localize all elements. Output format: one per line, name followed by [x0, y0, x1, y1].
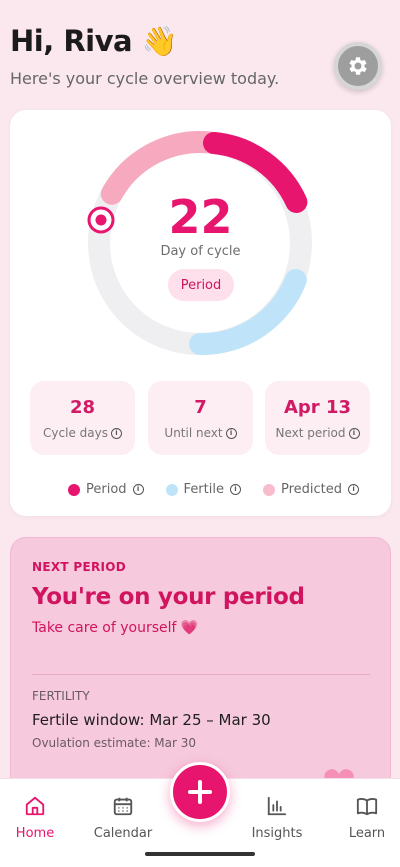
ring-predicted-arc — [100, 131, 225, 205]
info-icon[interactable]: i — [110, 427, 122, 439]
stat-label-text: Next period — [275, 426, 346, 440]
legend-item-predicted: Predicted i — [262, 482, 360, 497]
stat-label-text: Until next — [164, 426, 223, 440]
legend-dot — [165, 483, 178, 496]
settings-button[interactable] — [334, 42, 382, 90]
next-period-subtitle: Take care of yourself 💗 — [32, 620, 199, 636]
plus-icon — [188, 780, 212, 804]
next-period-kicker: NEXT PERIOD — [32, 560, 127, 574]
nav-item-insights[interactable]: Insights — [242, 793, 312, 841]
cycle-day-number: 22 — [168, 190, 233, 244]
fertility-kicker: FERTILITY — [32, 689, 90, 703]
add-entry-button[interactable] — [170, 762, 230, 822]
info-icon[interactable]: i — [132, 484, 144, 495]
legend-dot — [262, 483, 275, 496]
stat-label: Until next i — [148, 426, 253, 440]
home-icon — [25, 796, 45, 816]
legend-label: Fertile — [183, 482, 224, 497]
info-icon[interactable]: i — [225, 427, 237, 439]
next-period-title: You're on your period — [32, 584, 305, 610]
nav-item-calendar[interactable]: Calendar — [88, 793, 158, 841]
info-icon[interactable]: i — [229, 484, 241, 495]
legend-label: Period — [86, 482, 127, 497]
cycle-day-label: Day of cycle — [160, 244, 241, 259]
nav-item-learn[interactable]: Learn — [332, 793, 400, 841]
header: Hi, Riva 👋 Here's your cycle overview to… — [10, 24, 279, 88]
legend-item-period: Period i — [68, 482, 144, 497]
calendar-icon — [113, 797, 133, 816]
legend: Period i Fertile i Predicted i — [68, 482, 360, 497]
stat-label: Cycle days i — [30, 426, 135, 440]
info-icon[interactable]: i — [348, 427, 360, 439]
stat-next-period: Apr 13 Next period i — [265, 381, 370, 455]
insights-icon — [267, 796, 287, 816]
ovulation-estimate: Ovulation estimate: Mar 30 — [32, 736, 197, 750]
stat-value: Apr 13 — [283, 397, 351, 418]
book-icon — [356, 798, 378, 816]
nav-label: Home — [15, 826, 55, 841]
cycle-card: 22 Day of cycle Period 28 Cycle days i 7 … — [10, 110, 391, 516]
stat-label-text: Cycle days — [43, 426, 108, 440]
nav-label: Learn — [348, 826, 386, 841]
divider — [32, 674, 370, 675]
stat-until-next: 7 Until next i — [148, 381, 253, 455]
greeting: Hi, Riva 👋 — [10, 24, 178, 58]
legend-label: Predicted — [280, 482, 343, 497]
nav-item-home[interactable]: Home — [0, 793, 70, 841]
gear-icon — [349, 57, 367, 75]
stat-value: 7 — [194, 397, 207, 418]
nav-label: Insights — [251, 826, 303, 841]
home-indicator — [145, 852, 255, 856]
legend-dot — [68, 483, 80, 496]
stat-cycle-days: 28 Cycle days i — [30, 381, 135, 455]
legend-item-fertile: Fertile i — [165, 482, 241, 497]
stat-label: Next period i — [265, 426, 370, 440]
fertile-window: Fertile window: Mar 25 – Mar 30 — [32, 711, 271, 729]
info-icon[interactable]: i — [348, 484, 360, 495]
stat-value: 28 — [69, 397, 96, 418]
nav-label: Calendar — [93, 826, 153, 841]
subtitle: Here's your cycle overview today. — [10, 69, 280, 88]
phase-badge: Period — [168, 269, 234, 301]
